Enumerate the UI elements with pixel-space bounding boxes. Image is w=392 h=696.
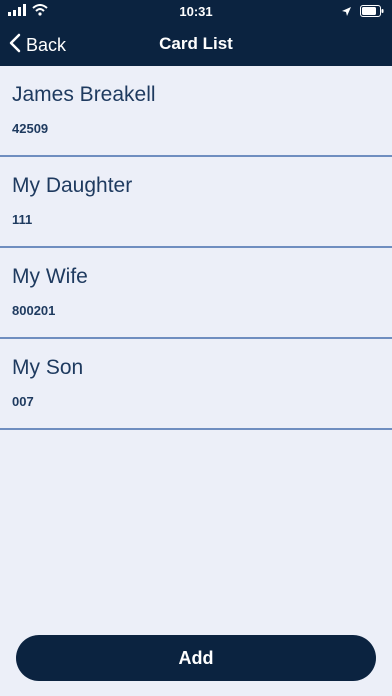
top-bar: 10:31 Back Card List <box>0 0 392 66</box>
list-item[interactable]: James Breakell 42509 <box>0 66 392 157</box>
chevron-left-icon <box>8 33 22 58</box>
card-name: My Wife <box>12 265 88 288</box>
battery-icon <box>360 4 384 22</box>
card-number: 111 <box>12 212 33 227</box>
status-time: 10:31 <box>179 4 213 19</box>
card-number: 800201 <box>12 303 56 318</box>
card-name: My Son <box>12 356 84 379</box>
card-number: 42509 <box>12 121 49 136</box>
card-number: 007 <box>12 394 34 409</box>
add-button[interactable]: Add <box>16 635 376 681</box>
card-name: My Daughter <box>12 174 133 197</box>
navigation-bar: Back Card List <box>0 24 392 66</box>
back-button[interactable]: Back <box>8 32 66 58</box>
back-label: Back <box>26 34 67 55</box>
status-bar: 10:31 <box>0 0 392 24</box>
location-icon <box>341 4 352 22</box>
list-item[interactable]: My Daughter 111 <box>0 157 392 248</box>
list-item[interactable]: My Wife 800201 <box>0 248 392 339</box>
card-list: James Breakell 42509 My Daughter 111 My … <box>0 66 392 430</box>
card-name: James Breakell <box>12 83 156 106</box>
list-item[interactable]: My Son 007 <box>0 339 392 430</box>
